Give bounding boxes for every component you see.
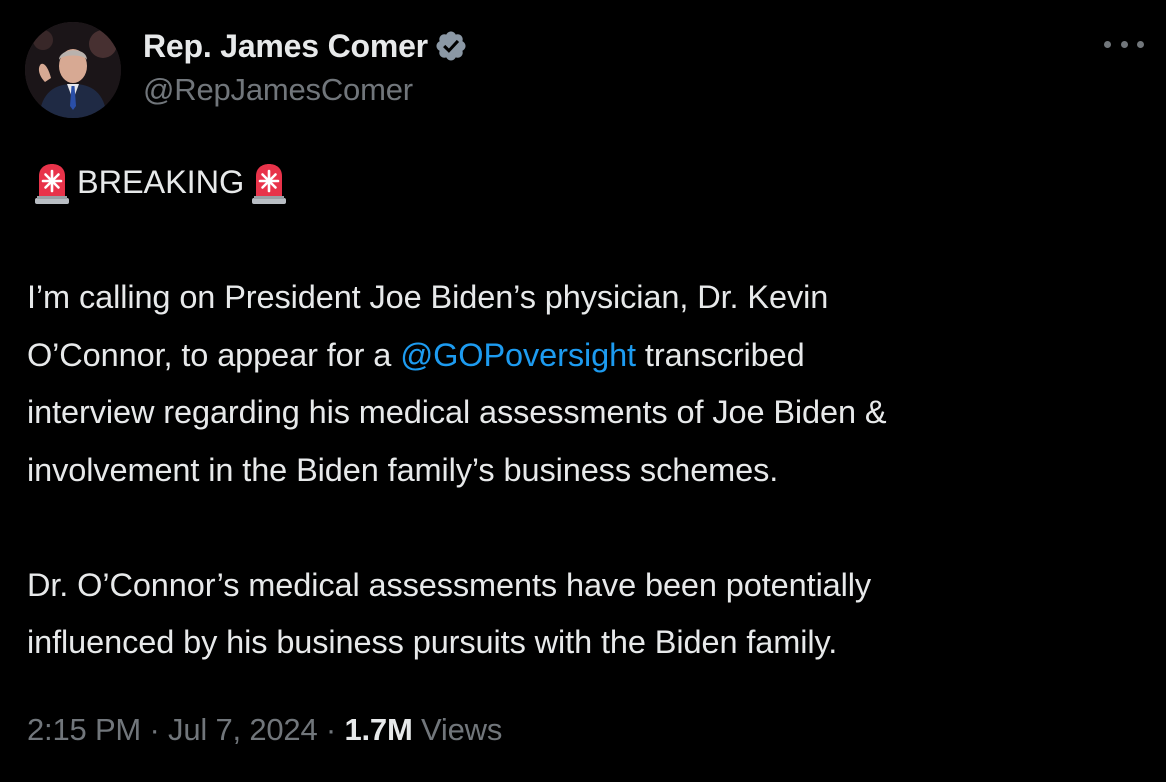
paragraph1-line2-before: O’Connor, to appear for a — [27, 336, 401, 373]
paragraph1-line2: O’Connor, to appear for a @GOPoversight … — [27, 327, 1137, 385]
paragraph1-line3: interview regarding his medical assessme… — [27, 394, 887, 430]
police-light-emoji — [252, 163, 287, 204]
tweet-meta: 2:15 PM · Jul 7, 2024 · 1.7M Views — [27, 712, 502, 748]
avatar-photo — [25, 22, 121, 118]
more-options-icon — [1137, 40, 1144, 48]
verified-badge-icon[interactable] — [434, 29, 468, 63]
author-avatar[interactable] — [25, 22, 121, 118]
author-info: Rep. James Comer @RepJamesComer — [143, 24, 468, 108]
more-options-icon — [1104, 40, 1111, 48]
tweet: Rep. James Comer @RepJamesComer BREAKING… — [0, 0, 1166, 782]
author-handle[interactable]: @RepJamesComer — [143, 72, 468, 108]
meta-separator: · — [141, 712, 169, 747]
tweet-time[interactable]: 2:15 PM — [27, 712, 141, 747]
paragraph1-line4: involvement in the Biden family’s busine… — [27, 451, 779, 488]
paragraph1-line2-after: transcribed — [636, 336, 805, 373]
name-row: Rep. James Comer — [143, 24, 468, 68]
paragraph2-line2: influenced by his business pursuits with… — [27, 624, 838, 660]
meta-separator: · — [317, 712, 345, 747]
headline-text: BREAKING — [77, 164, 245, 200]
police-light-emoji — [35, 163, 69, 204]
paragraph2-line1: Dr. O’Connor’s medical assessments have … — [27, 566, 872, 603]
author-display-name[interactable]: Rep. James Comer — [143, 28, 428, 65]
more-options-button[interactable] — [1104, 34, 1144, 54]
paragraph1-line1: I’m calling on President Joe Biden’s phy… — [27, 279, 829, 315]
views-label: Views — [412, 712, 503, 747]
headline-row: BREAKING — [27, 154, 1137, 212]
mention-link[interactable]: @GOPoversight — [400, 337, 636, 373]
views-count[interactable]: 1.7M — [344, 712, 412, 747]
tweet-text: BREAKING I’m calling on President Joe Bi… — [27, 154, 1137, 672]
more-options-icon — [1120, 40, 1128, 48]
tweet-date[interactable]: Jul 7, 2024 — [168, 712, 318, 747]
